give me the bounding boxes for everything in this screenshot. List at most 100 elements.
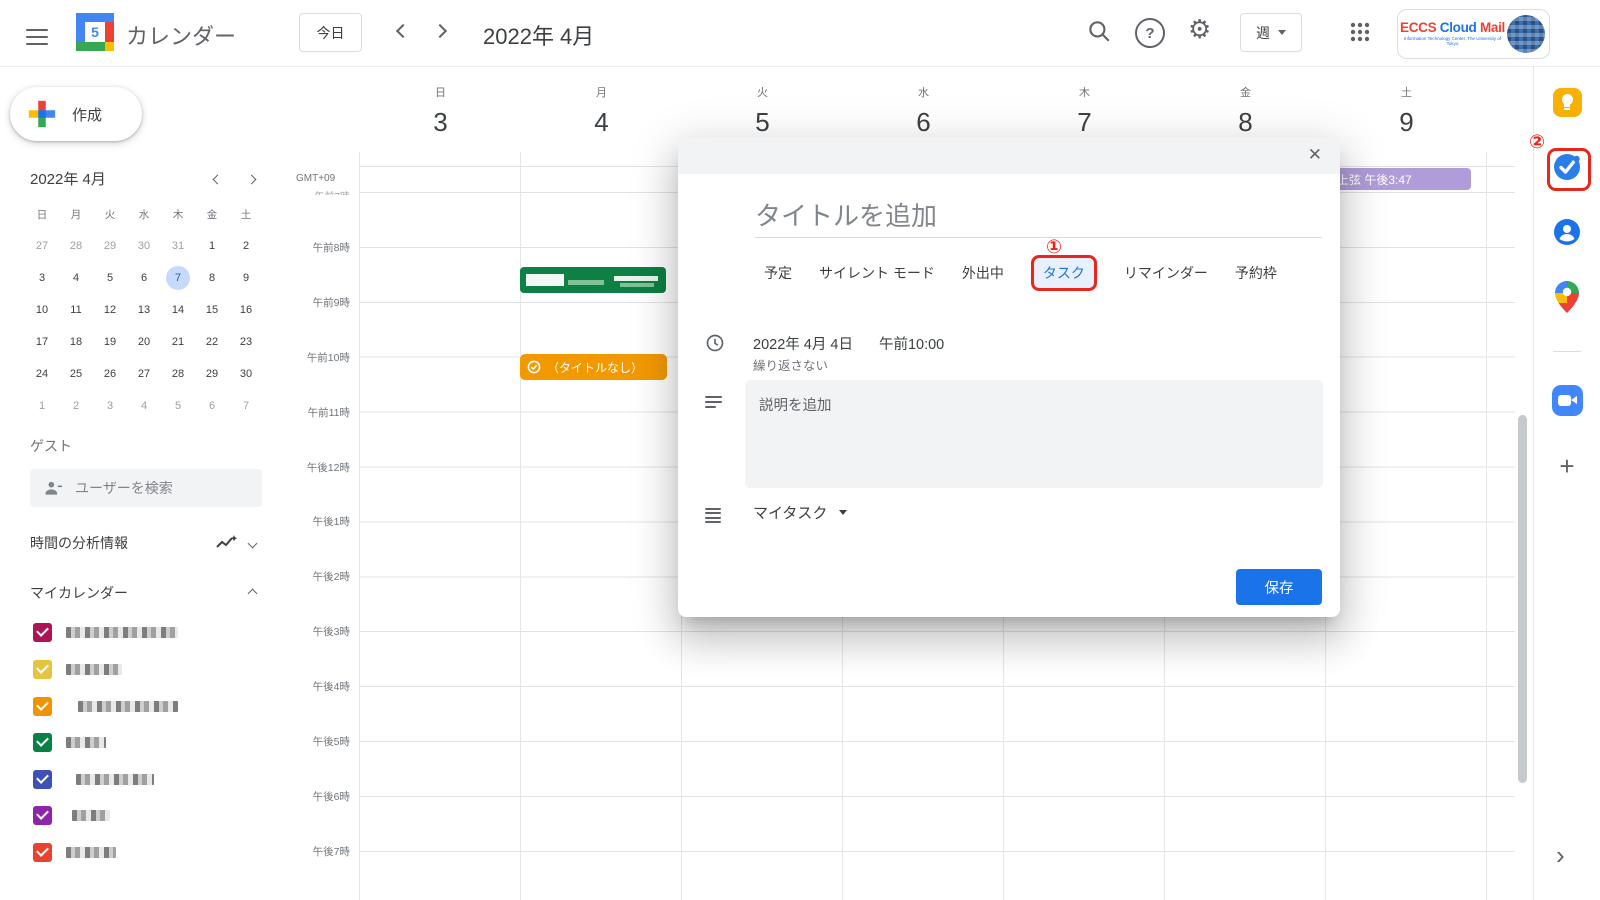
mini-calendar-day[interactable]: 6 [195, 400, 229, 412]
day-column-header[interactable]: 水 6 [843, 84, 1004, 138]
create-button[interactable]: 作成 [10, 87, 142, 141]
day-column-header[interactable]: 金 8 [1165, 84, 1326, 138]
allday-event-moon[interactable]: 上弦 午後3:47 [1333, 168, 1471, 190]
mini-calendar-day[interactable]: 29 [195, 368, 229, 380]
mini-calendar-day[interactable]: 15 [195, 304, 229, 316]
settings-button[interactable]: ⚙ [1188, 14, 1211, 45]
mini-calendar-prev-button[interactable] [208, 170, 226, 188]
calendar-list-item[interactable] [33, 733, 106, 752]
mini-calendar-day[interactable]: 27 [127, 368, 161, 380]
calendar-list-item[interactable] [33, 697, 178, 716]
vertical-scrollbar[interactable] [1518, 415, 1527, 783]
mini-calendar-day[interactable]: 12 [93, 304, 127, 316]
get-addons-button[interactable]: + [1551, 450, 1583, 482]
mini-calendar-day[interactable]: 24 [25, 368, 59, 380]
dialog-drag-bar[interactable] [678, 138, 1340, 174]
day-column-header[interactable]: 月 4 [521, 84, 682, 138]
datetime-row[interactable]: 2022年 4月 4日 午前10:00 [753, 333, 944, 354]
mini-calendar-day[interactable]: 28 [59, 240, 93, 252]
mini-calendar-day[interactable]: 9 [229, 272, 263, 284]
calendar-list-item[interactable] [33, 843, 116, 862]
mini-calendar-day[interactable]: 23 [229, 336, 263, 348]
calendar-checkbox[interactable] [33, 843, 52, 862]
my-calendars-header[interactable]: マイカレンダー [30, 581, 262, 605]
repeat-value[interactable]: 繰り返さない [753, 355, 828, 374]
mini-calendar-day[interactable]: 29 [93, 240, 127, 252]
mini-calendar-day[interactable]: 26 [93, 368, 127, 380]
task-chip-untitled[interactable]: （タイトルなし） [520, 354, 667, 380]
avatar[interactable] [1507, 15, 1545, 53]
calendar-checkbox[interactable] [33, 660, 52, 679]
mini-calendar-day[interactable]: 17 [25, 336, 59, 348]
calendar-checkbox[interactable] [33, 733, 52, 752]
apps-grid-button[interactable] [1348, 20, 1372, 49]
calendar-checkbox[interactable] [33, 806, 52, 825]
mini-calendar-day[interactable]: 11 [59, 304, 93, 316]
dialog-close-button[interactable]: ✕ [1308, 145, 1322, 165]
mini-calendar-day[interactable]: 8 [195, 272, 229, 284]
calendar-list-item[interactable] [33, 806, 110, 825]
mini-calendar-day[interactable]: 2 [59, 400, 93, 412]
day-column-header[interactable]: 日 3 [360, 84, 521, 138]
prev-period-button[interactable] [392, 20, 414, 42]
mini-calendar-day[interactable]: 19 [93, 336, 127, 348]
today-button[interactable]: 今日 [299, 13, 362, 52]
mini-calendar-day-today[interactable]: 7 [161, 266, 195, 290]
mini-calendar-day[interactable]: 14 [161, 304, 195, 316]
hide-side-panel-button[interactable]: › [1556, 840, 1565, 871]
mini-calendar-day[interactable]: 6 [127, 272, 161, 284]
account-badge[interactable]: ECCS Cloud Mail Information Technology C… [1397, 9, 1550, 59]
calendar-checkbox[interactable] [33, 697, 52, 716]
save-button[interactable]: 保存 [1236, 569, 1322, 605]
help-button[interactable]: ? [1135, 18, 1165, 48]
main-menu-button[interactable] [26, 24, 48, 50]
mini-calendar-day[interactable]: 10 [25, 304, 59, 316]
maps-button[interactable] [1551, 281, 1583, 313]
mini-calendar-day[interactable]: 4 [127, 400, 161, 412]
insights-row[interactable]: 時間の分析情報 [30, 531, 262, 555]
mini-calendar-day[interactable]: 30 [127, 240, 161, 252]
tab-reminder[interactable]: リマインダー [1124, 263, 1208, 283]
tab-event[interactable]: 予定 [764, 263, 792, 283]
event-green-redacted[interactable] [520, 267, 666, 293]
mini-calendar-day[interactable]: 1 [25, 400, 59, 412]
mini-calendar-day[interactable]: 3 [25, 272, 59, 284]
mini-calendar-day[interactable]: 7 [229, 400, 263, 412]
mini-calendar-day[interactable]: 31 [161, 240, 195, 252]
mini-calendar-day[interactable]: 30 [229, 368, 263, 380]
mini-calendar-day[interactable]: 27 [25, 240, 59, 252]
tab-appointment-slots[interactable]: 予約枠 [1235, 263, 1277, 283]
search-button[interactable] [1086, 18, 1112, 49]
mini-calendar-day[interactable]: 16 [229, 304, 263, 316]
calendar-checkbox[interactable] [33, 770, 52, 789]
mini-calendar-day[interactable]: 2 [229, 240, 263, 252]
mini-calendar-day[interactable]: 1 [195, 240, 229, 252]
keep-button[interactable] [1551, 86, 1583, 118]
zoom-button[interactable] [1551, 384, 1583, 416]
mini-calendar-day[interactable]: 5 [93, 272, 127, 284]
mini-calendar-day[interactable]: 3 [93, 400, 127, 412]
description-input[interactable]: 説明を追加 [745, 380, 1323, 488]
tab-focus-time[interactable]: サイレント モード [819, 263, 935, 283]
mini-calendar-day[interactable]: 5 [161, 400, 195, 412]
contacts-button[interactable] [1551, 216, 1583, 248]
mini-calendar-day[interactable]: 25 [59, 368, 93, 380]
task-list-dropdown[interactable]: マイタスク [753, 502, 847, 523]
title-input[interactable]: タイトルを追加 [755, 196, 1322, 238]
calendar-checkbox[interactable] [33, 623, 52, 642]
day-column-header[interactable]: 土 9 [1326, 84, 1487, 138]
mini-calendar-day[interactable]: 20 [127, 336, 161, 348]
tab-task[interactable]: タスク [1031, 255, 1097, 291]
mini-calendar-day[interactable]: 21 [161, 336, 195, 348]
guest-search-input[interactable]: ユーザーを検索 [30, 469, 262, 507]
view-selector-dropdown[interactable]: 週 [1240, 13, 1302, 52]
calendar-list-item[interactable] [33, 623, 178, 642]
mini-calendar-day[interactable]: 28 [161, 368, 195, 380]
mini-calendar-day[interactable]: 18 [59, 336, 93, 348]
calendar-list-item[interactable] [33, 660, 122, 679]
mini-calendar-day[interactable]: 22 [195, 336, 229, 348]
next-period-button[interactable] [429, 20, 451, 42]
day-column-header[interactable]: 木 7 [1004, 84, 1165, 138]
calendar-list-item[interactable] [33, 770, 154, 789]
mini-calendar-day[interactable]: 4 [59, 272, 93, 284]
